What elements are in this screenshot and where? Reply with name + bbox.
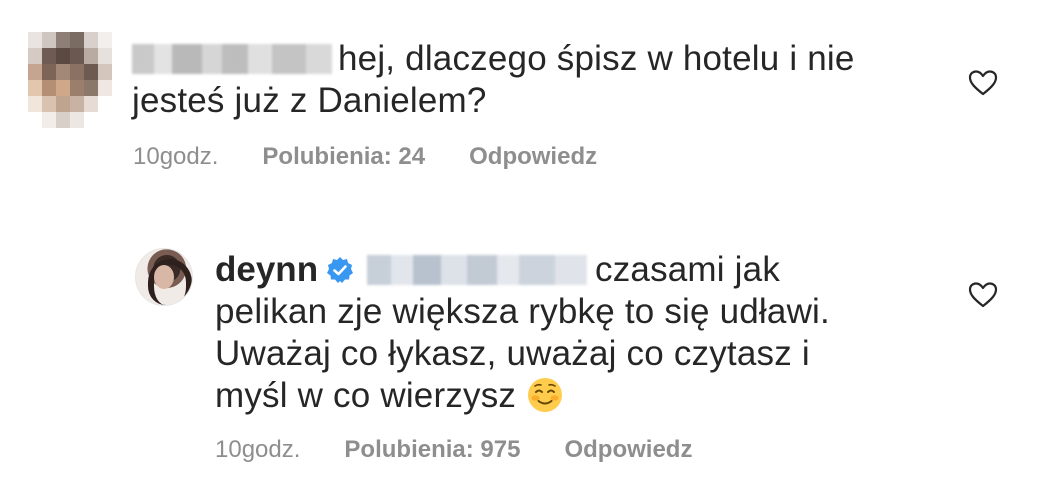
mentioned-username-blurred[interactable] [367,255,587,285]
heart-icon[interactable] [968,69,998,97]
reply-username[interactable]: deynn [215,250,318,290]
commenter-avatar-blurred[interactable] [28,32,112,128]
heart-icon[interactable] [968,281,998,309]
reply-text-line1: czasami jak [595,250,781,289]
reply-text-line4: myśl w co wierzysz [215,376,517,415]
deynn-avatar[interactable] [135,248,193,306]
reply-likes-link[interactable]: Polubienia: 975 [344,436,520,464]
smiling-face-emoji-icon [528,378,563,412]
avatar-face [154,265,174,289]
reply-text-line4-wrap: myśl w co wierzysz [215,376,564,416]
reply-time: 10godz. [215,436,301,463]
comment-likes-link[interactable]: Polubienia: 24 [262,143,425,171]
comment-time: 10godz. [133,143,219,170]
reply-meta: 10godz. Polubienia: 975 Odpowiedz [215,436,692,464]
commenter-username-blurred[interactable] [132,44,332,74]
reply-text-line3: Uważaj co łykasz, uważaj co czytasz i [215,334,810,373]
comment-text-line1: hej, dlaczego śpisz w hotelu i nie [338,39,855,78]
reply-reply-button[interactable]: Odpowiedz [564,436,692,464]
comment-text-line2: jesteś już z Danielem? [132,81,487,120]
comment-meta: 10godz. Polubienia: 24 Odpowiedz [133,143,597,171]
reply-text-line2: pelikan zje większa rybkę to się udławi. [215,292,830,331]
verified-badge-icon [327,257,353,283]
comment-reply-button[interactable]: Odpowiedz [469,143,597,171]
